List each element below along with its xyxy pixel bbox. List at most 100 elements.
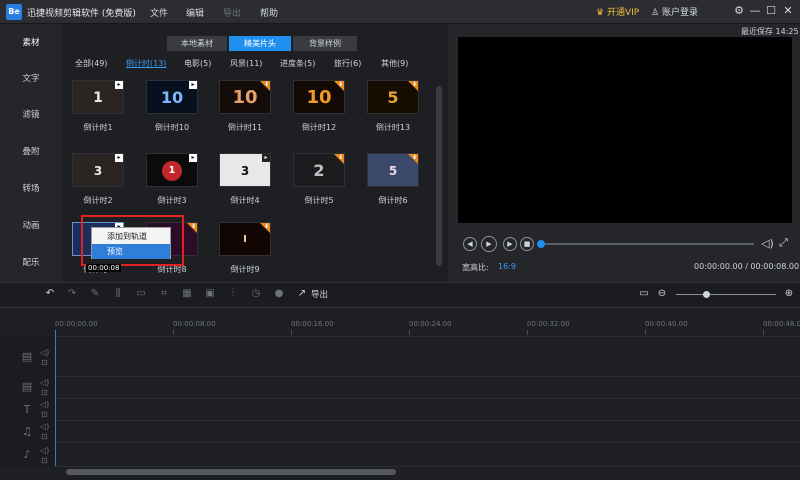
- stop-icon[interactable]: ■: [520, 237, 534, 251]
- overlay-track-icon: ▤: [21, 380, 33, 393]
- track-lock-icon[interactable]: ⊡: [41, 358, 48, 367]
- delete-icon[interactable]: ▭: [135, 288, 147, 300]
- thumbnail-item[interactable]: 1 ▸: [146, 153, 198, 187]
- edit-icon[interactable]: ✎: [89, 288, 101, 300]
- context-menu: 添加到轨道 预览: [91, 227, 171, 259]
- record-icon[interactable]: ●: [273, 288, 285, 300]
- tab-backgrounds[interactable]: 背景样例: [293, 36, 357, 51]
- settings-icon[interactable]: ⚙: [732, 4, 746, 18]
- track-lock-icon[interactable]: ⊡: [41, 388, 48, 397]
- menu-edit[interactable]: 编辑: [186, 6, 204, 19]
- track-lock-icon[interactable]: ⊡: [41, 456, 48, 465]
- track-audio-icon[interactable]: ◁): [40, 378, 49, 387]
- app-logo: Be: [6, 4, 22, 20]
- playhead[interactable]: [55, 330, 56, 466]
- thumbnail-label: 倒计时10: [154, 123, 190, 132]
- thumbnail-item[interactable]: 5 ⬇: [367, 153, 419, 187]
- audio-wave-icon[interactable]: ⫶: [227, 288, 239, 300]
- volume-icon[interactable]: ◁): [761, 237, 774, 250]
- zoom-in-icon[interactable]: ⊕: [783, 288, 795, 300]
- track-lock-icon[interactable]: ⊡: [41, 410, 48, 419]
- category-all[interactable]: 全部(49): [75, 58, 107, 69]
- zoom-knob[interactable]: [703, 291, 710, 298]
- sidebar-item-text[interactable]: 文字: [0, 70, 62, 88]
- next-frame-icon[interactable]: ▶: [503, 237, 517, 251]
- undo-icon[interactable]: ↶: [44, 288, 56, 300]
- category-travel[interactable]: 旅行(6): [334, 58, 361, 69]
- added-icon: ▸: [189, 154, 197, 162]
- context-add-to-track[interactable]: 添加到轨道: [92, 229, 170, 244]
- menu-file[interactable]: 文件: [150, 6, 168, 19]
- mosaic-icon[interactable]: ▦: [181, 288, 193, 300]
- track-audio-icon[interactable]: ◁): [40, 400, 49, 409]
- ruler-label: 00:00:40.00: [645, 320, 688, 328]
- crop-icon[interactable]: ⌗: [158, 288, 170, 300]
- ruler-label: 00:00:08.00: [173, 320, 216, 328]
- sidebar-item-filter[interactable]: 滤镜: [0, 106, 62, 124]
- play-icon[interactable]: ▶: [481, 236, 497, 252]
- thumbnail-label: 倒计时12: [301, 123, 337, 132]
- login-button[interactable]: ♙ 账户登录: [651, 5, 698, 18]
- thumbnail-item[interactable]: 2 ⬇: [293, 153, 345, 187]
- sidebar-item-animation[interactable]: 动画: [0, 217, 62, 235]
- close-button[interactable]: ✕: [781, 4, 795, 18]
- category-movie[interactable]: 电影(5): [184, 58, 211, 69]
- app-title: 迅捷视频剪辑软件 (免费版): [27, 9, 136, 19]
- sidebar: 素材 文字 滤镜 叠附 转场 动画 配乐: [0, 24, 62, 282]
- track-audio-icon[interactable]: ◁): [40, 348, 49, 357]
- music-track-icon: ♫: [22, 425, 32, 438]
- category-countdown[interactable]: 倒计时(13): [126, 58, 166, 69]
- menu-help[interactable]: 帮助: [260, 6, 278, 19]
- fit-icon[interactable]: ▭: [638, 288, 650, 300]
- zoom-slider[interactable]: [676, 294, 776, 295]
- context-preview[interactable]: 预览: [92, 244, 170, 259]
- thumbnail-label: 倒计时4: [230, 196, 260, 205]
- thumbnail-item[interactable]: 1 ▸: [72, 80, 124, 114]
- thumbnail-label: 倒计时13: [375, 123, 411, 132]
- added-icon: ▸: [262, 154, 270, 162]
- thumbnail-label: 倒计时1: [83, 123, 113, 132]
- autosave-status: 最近保存 14:25: [741, 27, 799, 36]
- thumbnail-label: 倒计时2: [83, 196, 113, 205]
- prev-frame-icon[interactable]: ◀: [463, 237, 477, 251]
- timeline-scrollbar[interactable]: [66, 469, 396, 475]
- category-other[interactable]: 其他(9): [381, 58, 408, 69]
- export-icon[interactable]: ↗: [296, 288, 308, 300]
- duration-icon[interactable]: ◷: [250, 288, 262, 300]
- preview-progress-knob[interactable]: [537, 240, 545, 248]
- minimize-button[interactable]: —: [748, 4, 762, 18]
- vip-button[interactable]: ♛ 开通VIP: [596, 5, 639, 18]
- sidebar-item-material[interactable]: 素材: [0, 34, 62, 52]
- tab-intros[interactable]: 精美片头: [229, 36, 291, 51]
- media-scrollbar[interactable]: [436, 86, 442, 266]
- tab-local[interactable]: 本地素材: [167, 36, 227, 51]
- category-scenery[interactable]: 风景(11): [230, 58, 262, 69]
- zoom-out-icon[interactable]: ⊖: [656, 288, 668, 300]
- thumbnail-item[interactable]: 5 ⬇: [367, 80, 419, 114]
- freeze-icon[interactable]: ▣: [204, 288, 216, 300]
- thumbnail-item[interactable]: 3 ▸: [219, 153, 271, 187]
- category-progress[interactable]: 进度条(5): [280, 58, 315, 69]
- aspect-ratio-value[interactable]: 16:9: [498, 262, 516, 271]
- track-audio-icon[interactable]: ◁): [40, 422, 49, 431]
- maximize-button[interactable]: ☐: [764, 4, 778, 18]
- thumbnail-item[interactable]: 10 ▸: [146, 80, 198, 114]
- thumbnail-duration: 00:00:08: [86, 264, 122, 272]
- export-button[interactable]: 导出: [311, 288, 328, 300]
- thumbnail-label: 倒计时9: [230, 265, 260, 274]
- text-track-icon: T: [23, 403, 31, 416]
- thumbnail-item[interactable]: I ⬇: [219, 222, 271, 256]
- fullscreen-icon[interactable]: ⤢: [779, 236, 788, 250]
- split-icon[interactable]: ⫼: [112, 288, 124, 300]
- sidebar-item-transition[interactable]: 转场: [0, 180, 62, 198]
- sidebar-item-music[interactable]: 配乐: [0, 254, 62, 272]
- thumbnail-item[interactable]: 3 ▸: [72, 153, 124, 187]
- preview-progress-bar[interactable]: [540, 243, 754, 245]
- thumbnail-item[interactable]: 10 ⬇: [219, 80, 271, 114]
- track-audio-icon[interactable]: ◁): [40, 446, 49, 455]
- sidebar-item-overlay[interactable]: 叠附: [0, 143, 62, 161]
- menu-export[interactable]: 导出: [223, 6, 241, 19]
- redo-icon[interactable]: ↷: [66, 288, 78, 300]
- track-lock-icon[interactable]: ⊡: [41, 432, 48, 441]
- thumbnail-item[interactable]: 10 ⬇: [293, 80, 345, 114]
